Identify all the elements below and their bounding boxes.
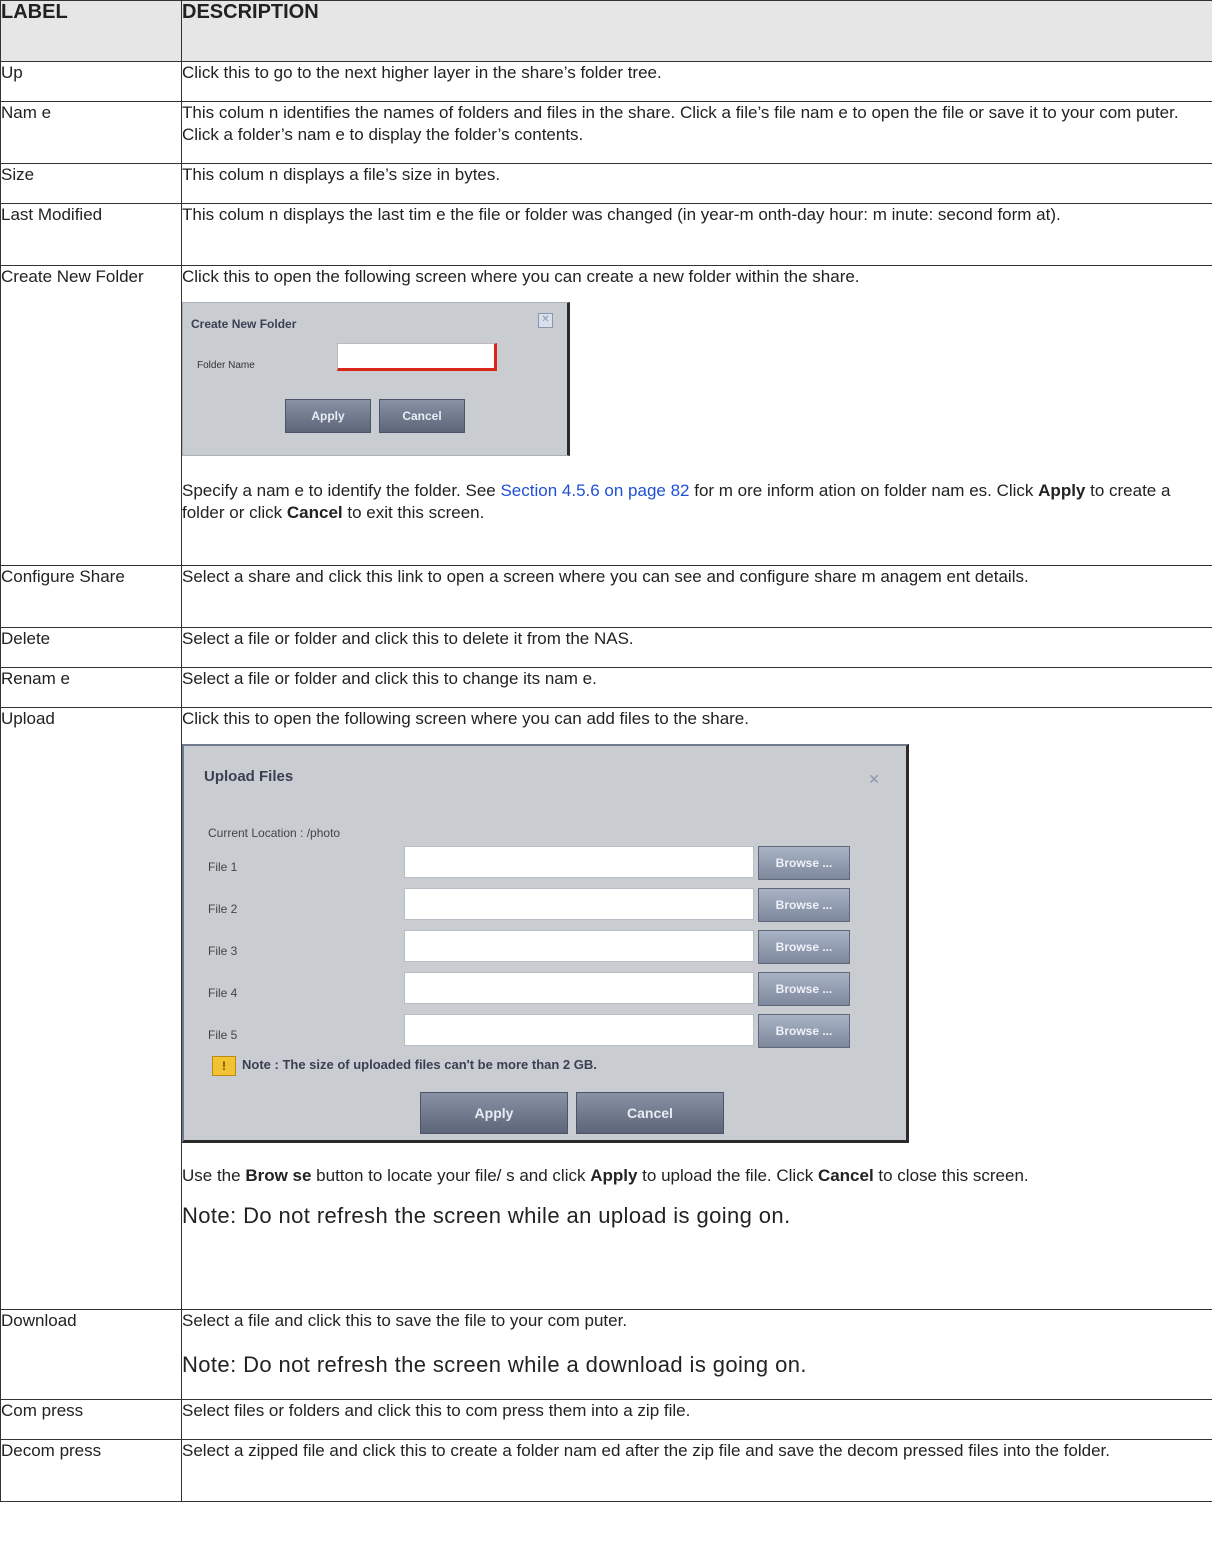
table-row: Upload Click this to open the following … xyxy=(0,707,1212,1310)
file-input xyxy=(404,930,754,962)
browse-button: Browse ... xyxy=(758,972,850,1006)
table-row: Create New Folder Click this to open the… xyxy=(0,265,1212,566)
row-label: Configure Share xyxy=(0,565,182,628)
file-row: File 5 Browse ... xyxy=(208,1014,858,1048)
browse-button: Browse ... xyxy=(758,1014,850,1048)
row-text: Select a file and click this to save the… xyxy=(182,1311,628,1330)
size-note-text: Note : The size of uploaded files can't … xyxy=(242,1057,597,1072)
apply-button: Apply xyxy=(420,1092,568,1134)
file-label: File 1 xyxy=(208,860,238,874)
dialog-title: Create New Folder xyxy=(191,317,297,331)
row-label: Renam e xyxy=(0,667,182,708)
file-label: File 5 xyxy=(208,1028,238,1042)
row-label: Create New Folder xyxy=(0,265,182,566)
row-description: Click this to open the following screen … xyxy=(181,707,1212,1310)
create-folder-instructions: Specify a nam e to identify the folder. … xyxy=(182,480,1212,524)
cancel-button: Cancel xyxy=(379,399,465,433)
folder-name-label: Folder Name xyxy=(197,360,255,371)
description-header: DESCRIPTION xyxy=(181,0,1212,62)
row-label: Up xyxy=(0,61,182,102)
table-row: Nam e This colum n identifies the names … xyxy=(0,101,1212,164)
label-description-table: LABEL DESCRIPTION Up Click this to go to… xyxy=(0,0,1212,1502)
row-description: This colum n displays a file’s size in b… xyxy=(181,163,1212,204)
row-description: This colum n identifies the names of fol… xyxy=(181,101,1212,164)
cancel-term: Cancel xyxy=(286,503,343,522)
text-span: for m ore inform ation on folder nam es.… xyxy=(689,481,1039,500)
upload-note: Note: Do not refresh the screen while an… xyxy=(182,1203,791,1228)
warning-icon: ! xyxy=(212,1055,236,1076)
row-description: Click this to open the following screen … xyxy=(181,265,1212,566)
file-input xyxy=(404,972,754,1004)
table-row: Delete Select a file or folder and click… xyxy=(0,627,1212,668)
close-icon: ✕ xyxy=(538,313,553,328)
file-row: File 4 Browse ... xyxy=(208,972,858,1006)
file-row: File 2 Browse ... xyxy=(208,888,858,922)
table-header-row: LABEL DESCRIPTION xyxy=(0,0,1212,62)
create-folder-dialog-screenshot: Create New Folder ✕ Folder Name Apply Ca… xyxy=(182,302,570,456)
file-row: File 1 Browse ... xyxy=(208,846,858,880)
cancel-button: Cancel xyxy=(576,1092,724,1134)
dialog-title: Upload Files xyxy=(204,768,294,785)
row-label: Nam e xyxy=(0,101,182,164)
row-description: Select a file or folder and click this t… xyxy=(181,667,1212,708)
current-location: Current Location : /photo xyxy=(208,826,341,840)
table-row: Decom press Select a zipped file and cli… xyxy=(0,1439,1212,1502)
table-row: Renam e Select a file or folder and clic… xyxy=(0,667,1212,708)
file-label: File 3 xyxy=(208,944,238,958)
close-icon: ✕ xyxy=(868,771,880,787)
row-label: Decom press xyxy=(0,1439,182,1502)
row-description: This colum n displays the last tim e the… xyxy=(181,203,1212,266)
apply-term: Apply xyxy=(1038,481,1086,500)
row-label: Size xyxy=(0,163,182,204)
text-span: to exit this screen. xyxy=(342,503,485,522)
text-span: to upload the file. Click xyxy=(637,1166,818,1185)
text-span: Use the xyxy=(182,1166,246,1185)
text-span: Specify a nam e to identify the folder. … xyxy=(182,481,501,500)
row-label: Com press xyxy=(0,1399,182,1440)
row-description: Select a zipped file and click this to c… xyxy=(181,1439,1212,1502)
row-text: Click this to open the following screen … xyxy=(182,709,749,728)
label-header: LABEL xyxy=(0,0,182,62)
row-label: Download xyxy=(0,1309,182,1400)
row-description: Click this to go to the next higher laye… xyxy=(181,61,1212,102)
row-description: Select a share and click this link to op… xyxy=(181,565,1212,628)
download-note: Note: Do not refresh the screen while a … xyxy=(182,1352,807,1377)
table-row: Size This colum n displays a file’s size… xyxy=(0,163,1212,204)
row-description: Select a file or folder and click this t… xyxy=(181,627,1212,668)
table-row: Com press Select files or folders and cl… xyxy=(0,1399,1212,1440)
row-text: Click this to open the following screen … xyxy=(182,267,860,286)
row-label: Last Modified xyxy=(0,203,182,266)
file-label: File 4 xyxy=(208,986,238,1000)
table-row: Configure Share Select a share and click… xyxy=(0,565,1212,628)
row-description: Select files or folders and click this t… xyxy=(181,1399,1212,1440)
file-row: File 3 Browse ... xyxy=(208,930,858,964)
row-label: Delete xyxy=(0,627,182,668)
browse-button: Browse ... xyxy=(758,846,850,880)
file-input xyxy=(404,1014,754,1046)
text-span: button to locate your file/ s and click xyxy=(311,1166,591,1185)
size-note: ! Note : The size of uploaded files can't… xyxy=(212,1054,597,1076)
text-span: to close this screen. xyxy=(873,1166,1029,1185)
browse-button: Browse ... xyxy=(758,930,850,964)
row-label: Upload xyxy=(0,707,182,1310)
table-row: Download Select a file and click this to… xyxy=(0,1309,1212,1400)
table-row: Up Click this to go to the next higher l… xyxy=(0,61,1212,102)
apply-term: Apply xyxy=(590,1166,638,1185)
table-row: Last Modified This colum n displays the … xyxy=(0,203,1212,266)
browse-button: Browse ... xyxy=(758,888,850,922)
file-input xyxy=(404,846,754,878)
section-link[interactable]: Section 4.5.6 on page 82 xyxy=(500,481,689,500)
row-description: Select a file and click this to save the… xyxy=(181,1309,1212,1400)
cancel-term: Cancel xyxy=(817,1166,874,1185)
upload-files-dialog-screenshot: Upload Files ✕ Current Location : /photo… xyxy=(182,744,909,1143)
browse-term: Brow se xyxy=(245,1166,312,1185)
file-input xyxy=(404,888,754,920)
folder-name-input xyxy=(337,343,497,371)
upload-instructions: Use the Brow se button to locate your fi… xyxy=(182,1165,1212,1187)
apply-button: Apply xyxy=(285,399,371,433)
file-label: File 2 xyxy=(208,902,238,916)
